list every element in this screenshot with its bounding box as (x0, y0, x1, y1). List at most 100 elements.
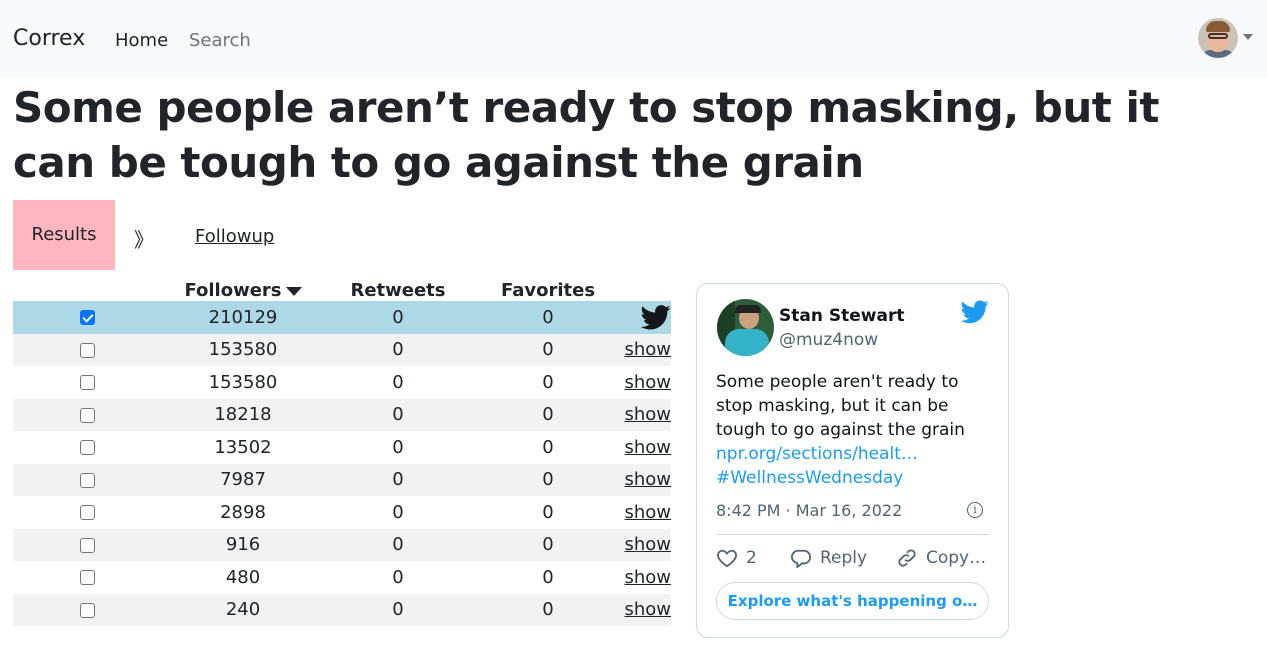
show-link[interactable]: show (624, 599, 671, 620)
row-checkbox[interactable] (79, 407, 95, 423)
followers-cell: 480 (225, 566, 261, 588)
show-link[interactable]: show (624, 567, 671, 588)
retweets-cell: 0 (323, 528, 473, 561)
brand-logo[interactable]: Correx (13, 26, 85, 51)
row-checkbox[interactable] (79, 537, 95, 553)
show-link[interactable]: show (624, 437, 671, 458)
results-tab[interactable]: Results (13, 200, 115, 270)
tweet-body: Some people aren't ready to stop masking… (716, 372, 965, 440)
table-header-row: Followers Retweets Favorites (13, 273, 671, 301)
heart-icon (717, 549, 737, 568)
like-button[interactable]: 2 (716, 548, 757, 568)
table-row[interactable]: 153580 0 0 show (13, 333, 671, 366)
retweets-cell: 0 (323, 593, 473, 626)
followers-cell: 153580 (208, 371, 278, 393)
chevron-down-icon[interactable] (1243, 34, 1253, 40)
followers-cell: 240 (163, 593, 323, 626)
tweet-text: Some people aren't ready to stop masking… (716, 370, 998, 490)
followup-link[interactable]: Followup (195, 226, 274, 247)
row-checkbox[interactable] (79, 440, 95, 456)
twitter-bird-icon[interactable] (640, 304, 671, 330)
favorites-cell: 0 (473, 463, 623, 496)
table-row[interactable]: 13502 0 0 show (13, 431, 671, 464)
followers-cell: 7987 (163, 463, 323, 496)
tweet-author-name[interactable]: Stan Stewart (779, 306, 904, 326)
followers-cell: 13502 (214, 436, 272, 458)
favorites-cell: 0 (542, 501, 554, 523)
followers-cell: 153580 (163, 333, 323, 366)
divider (716, 534, 989, 535)
info-icon[interactable]: i (967, 502, 983, 518)
table-row[interactable]: 480 0 0 show (13, 561, 671, 594)
tweet-card[interactable]: Stan Stewart @muz4now Some people aren't… (696, 283, 1009, 638)
show-link[interactable]: show (624, 372, 671, 393)
tweet-author-handle[interactable]: @muz4now (779, 330, 878, 350)
table-row[interactable]: 2898 0 0 show (13, 496, 671, 529)
explore-button[interactable]: Explore what's happening o… (716, 582, 989, 620)
row-checkbox[interactable] (79, 505, 95, 521)
table-row[interactable]: 7987 0 0 show (13, 463, 671, 496)
followers-cell: 916 (163, 528, 323, 561)
followers-header[interactable]: Followers (163, 273, 323, 301)
table-row[interactable]: 210129 0 0 (13, 301, 671, 334)
favorites-cell: 0 (473, 398, 623, 431)
show-link[interactable]: show (624, 534, 671, 555)
table-row[interactable]: 240 0 0 show (13, 593, 671, 626)
retweets-cell: 0 (323, 333, 473, 366)
page-title: Some people aren’t ready to stop masking… (13, 83, 1159, 187)
reply-icon (790, 549, 812, 568)
row-checkbox[interactable] (79, 375, 95, 391)
favorites-header[interactable]: Favorites (473, 273, 623, 301)
favorites-cell: 0 (473, 528, 623, 561)
followers-header-label: Followers (184, 280, 282, 301)
twitter-bird-icon[interactable] (961, 300, 989, 324)
link-icon (898, 549, 916, 567)
copy-link-button[interactable]: Copy… (896, 548, 986, 568)
favorites-cell: 0 (542, 371, 554, 393)
tweet-actions: 2 Reply Copy… (716, 546, 996, 574)
show-link[interactable]: show (624, 339, 671, 360)
favorites-cell: 0 (542, 436, 554, 458)
retweets-cell: 0 (392, 436, 404, 458)
retweets-cell: 0 (392, 371, 404, 393)
favorites-cell: 0 (473, 301, 623, 334)
table-row[interactable]: 18218 0 0 show (13, 398, 671, 431)
nav-search-link[interactable]: Search (189, 30, 251, 51)
retweets-cell: 0 (392, 501, 404, 523)
reply-button[interactable]: Reply (790, 548, 867, 568)
sort-desc-icon (285, 286, 302, 296)
row-checkbox[interactable] (79, 310, 95, 326)
step-separator-icon: 》 (134, 228, 154, 252)
tweet-link[interactable]: npr.org/sections/healt… (716, 444, 918, 464)
like-count: 2 (746, 548, 757, 568)
row-checkbox[interactable] (79, 570, 95, 586)
retweets-cell: 0 (392, 566, 404, 588)
favorites-cell: 0 (473, 333, 623, 366)
favorites-cell: 0 (542, 566, 554, 588)
show-link[interactable]: show (624, 502, 671, 523)
favorites-cell: 0 (473, 593, 623, 626)
copy-label: Copy… (926, 548, 987, 568)
tweet-author-avatar[interactable] (717, 299, 774, 356)
row-checkbox[interactable] (79, 472, 95, 488)
followers-cell: 2898 (220, 501, 266, 523)
followers-cell: 210129 (163, 301, 323, 334)
tweet-hashtag[interactable]: #WellnessWednesday (716, 468, 903, 488)
followers-cell: 18218 (163, 398, 323, 431)
row-checkbox[interactable] (79, 342, 95, 358)
table-row[interactable]: 153580 0 0 show (13, 366, 671, 399)
user-avatar[interactable] (1198, 18, 1238, 58)
reply-label: Reply (820, 548, 868, 568)
show-link[interactable]: show (624, 404, 671, 425)
results-table: Followers Retweets Favorites 210129 0 0 153… (13, 273, 671, 626)
tweet-timestamp[interactable]: 8:42 PM · Mar 16, 2022 (716, 501, 902, 520)
table-row[interactable]: 916 0 0 show (13, 528, 671, 561)
nav-home-link[interactable]: Home (115, 30, 168, 51)
retweets-cell: 0 (323, 301, 473, 334)
row-checkbox[interactable] (79, 602, 95, 618)
retweets-header[interactable]: Retweets (323, 273, 473, 301)
retweets-cell: 0 (323, 398, 473, 431)
show-link[interactable]: show (624, 469, 671, 490)
retweets-cell: 0 (323, 463, 473, 496)
navbar: Correx Home Search (0, 0, 1267, 78)
